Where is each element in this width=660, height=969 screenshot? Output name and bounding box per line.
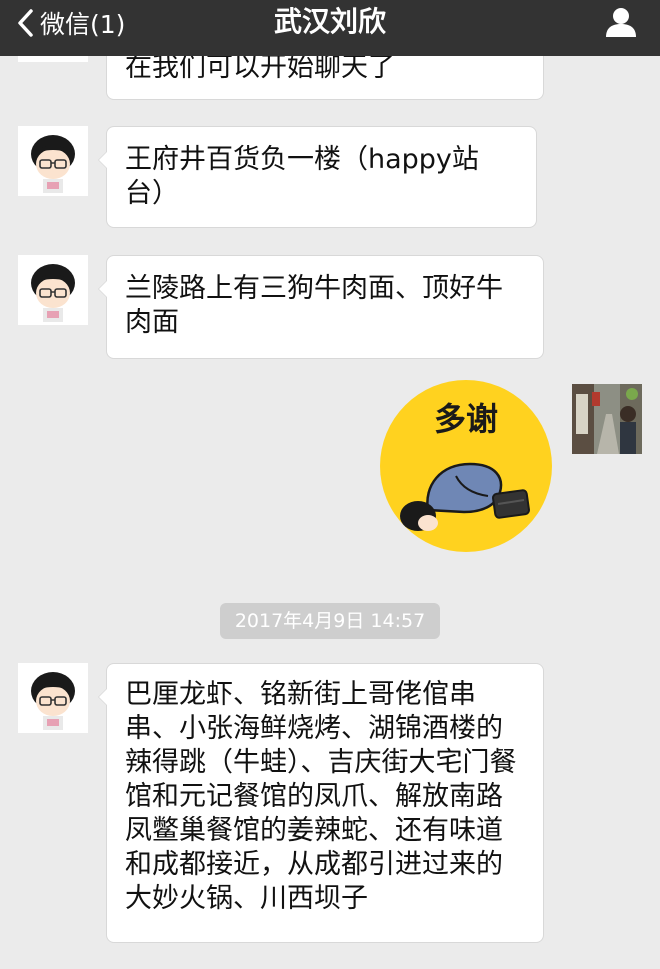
contact-avatar[interactable] bbox=[18, 126, 88, 196]
message-bubble[interactable]: 王府井百货负一楼（happy站台） bbox=[98, 126, 537, 228]
person-icon bbox=[606, 8, 636, 37]
message-bubble[interactable]: 巴厘龙虾、铭新街上哥佬倌串串、小张海鲜烧烤、湖锦酒楼的辣得跳（牛蛙）、吉庆街大宅… bbox=[98, 663, 544, 943]
contact-avatar[interactable] bbox=[18, 663, 88, 733]
message-text: 巴厘龙虾、铭新街上哥佬倌串串、小张海鲜烧烤、湖锦酒楼的辣得跳（牛蛙）、吉庆街大宅… bbox=[125, 679, 517, 914]
chat-title: 武汉刘欣 bbox=[273, 5, 386, 38]
message-text: 在我们可以开始聊天了 bbox=[125, 52, 395, 83]
message-text: 兰陵路上有三狗牛肉面、顶好牛肉面 bbox=[125, 273, 503, 338]
sticker-message[interactable]: 多谢 bbox=[378, 378, 554, 558]
message-text: 王府井百货负一楼（happy站台） bbox=[125, 144, 479, 209]
contact-avatar[interactable] bbox=[18, 255, 88, 325]
message-bubble[interactable]: 兰陵路上有三狗牛肉面、顶好牛肉面 bbox=[98, 255, 544, 359]
profile-button[interactable] bbox=[604, 6, 638, 42]
navbar: 微信(1) 武汉刘欣 bbox=[0, 0, 660, 56]
sticker-text: 多谢 bbox=[434, 400, 498, 438]
my-avatar[interactable] bbox=[572, 384, 642, 454]
timestamp-label: 2017年4月9日 14:57 bbox=[220, 603, 440, 639]
